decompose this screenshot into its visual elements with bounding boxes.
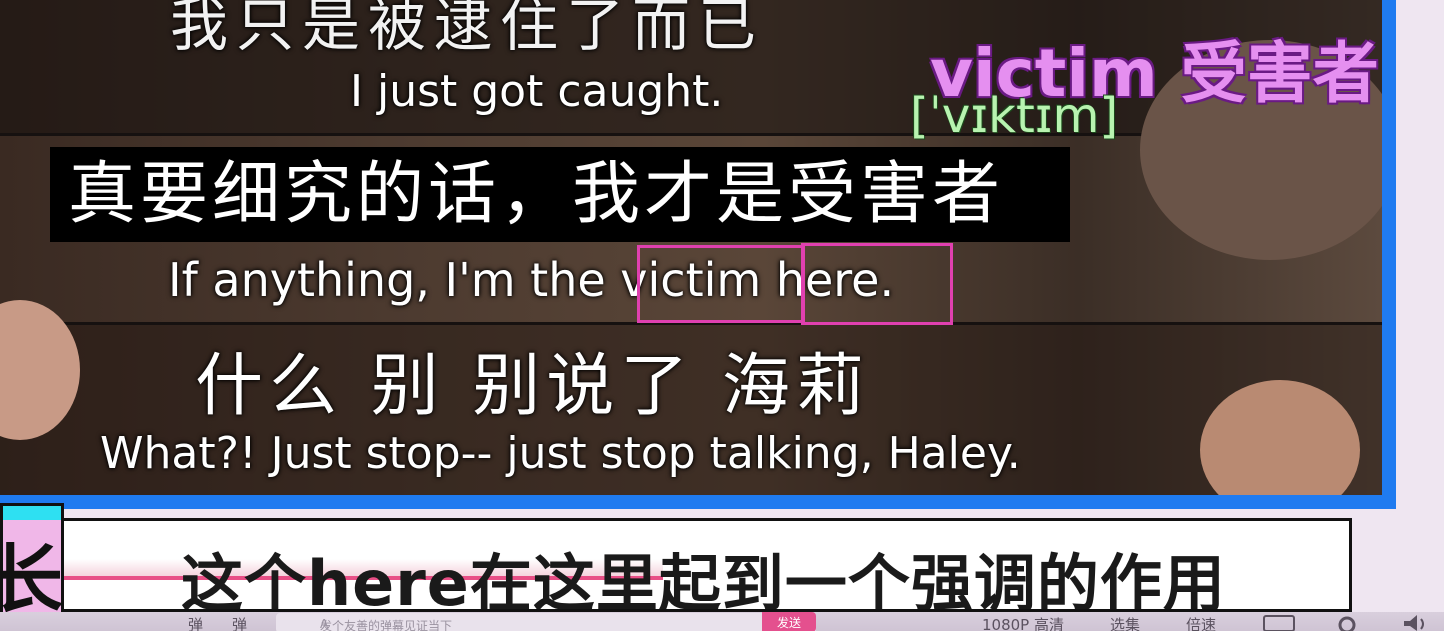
gear-icon[interactable] — [1334, 613, 1360, 631]
subtitle-third-zh: 什么 别 别说了 海莉 — [195, 347, 870, 426]
frame-border-bottom — [0, 495, 1396, 509]
badge-accent — [3, 506, 61, 520]
frame-border-right — [1382, 0, 1396, 509]
badge-glyph: 长 — [3, 520, 61, 616]
volume-icon[interactable] — [1400, 613, 1430, 631]
speed-button[interactable]: 倍速 — [1186, 614, 1216, 631]
explanation-caption: 这个here在这里起到一个强调的作用 — [60, 518, 1352, 612]
subtitle-top-zh: 我只是被逮住了而已 — [170, 0, 765, 59]
subtitle-icon[interactable] — [1262, 614, 1296, 631]
subtitle-third-en: What?! Just stop-- just stop talking, Ha… — [100, 428, 1021, 479]
caption-text: 这个here在这里起到一个强调的作用 — [181, 547, 1226, 612]
vocab-ipa: [ˈvɪktɪm] — [910, 88, 1119, 144]
highlight-here-box — [801, 243, 953, 325]
danmaku-input[interactable]: A 发个友善的弹幕见证当下 — [276, 613, 816, 631]
send-button[interactable]: 发送 — [762, 612, 816, 631]
danmaku-placeholder: 发个友善的弹幕见证当下 — [320, 619, 453, 631]
corner-badge: 长 — [0, 503, 64, 619]
danmaku-toggle-icon[interactable]: 弹 — [188, 614, 203, 631]
video-frame[interactable]: 我只是被逮住了而已 I just got caught. 真要细究的话，我才是受… — [0, 0, 1382, 497]
quality-button[interactable]: 1080P 高清 — [982, 614, 1064, 631]
player-control-bar: 弹 弹 A 发个友善的弹幕见证当下 发送 1080P 高清 选集 倍速 — [0, 612, 1444, 631]
subtitle-main-zh: 真要细究的话，我才是受害者 — [50, 147, 1070, 242]
subtitle-top-en: I just got caught. — [350, 66, 724, 117]
highlight-victim-box — [637, 245, 805, 323]
episodes-button[interactable]: 选集 — [1110, 614, 1140, 631]
danmaku-settings-icon[interactable]: 弹 — [232, 614, 247, 631]
